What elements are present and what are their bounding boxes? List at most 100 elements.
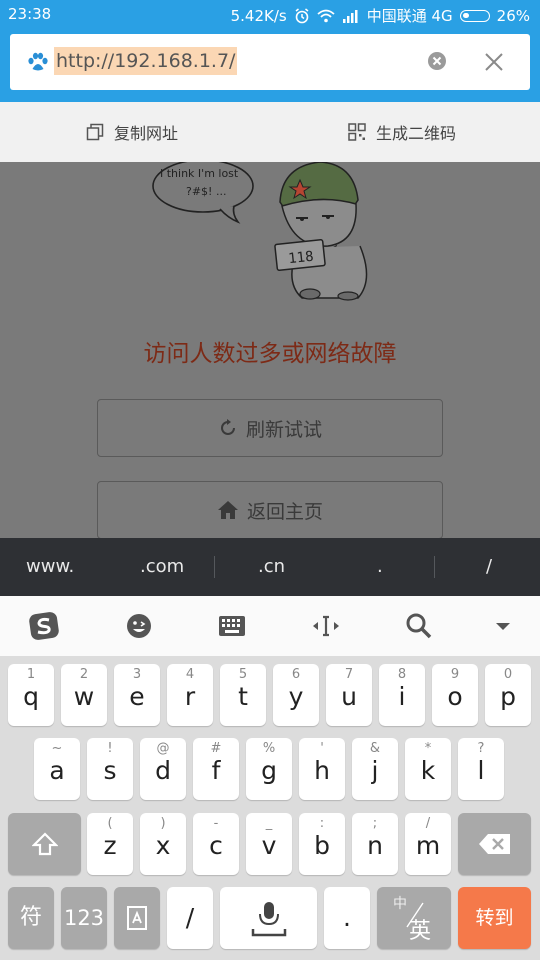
soft-keyboard: 1q2w3e4r5t6y7u8i9o0p ~ a! s @ d # f% g ' h & j * k? l … <box>0 656 540 960</box>
url-box[interactable]: http://192.168.1.7/ <box>10 34 530 90</box>
go-key[interactable]: 转到 <box>458 887 531 949</box>
home-icon <box>217 501 238 519</box>
key-letter-label: j <box>371 756 379 785</box>
generate-qr-button[interactable]: 生成二维码 <box>348 102 456 162</box>
number-key[interactable]: 123 <box>61 887 107 949</box>
key-f[interactable]: # f <box>193 738 239 800</box>
key-secondary-label: ~ <box>51 741 63 756</box>
key-w[interactable]: 2w <box>61 664 107 726</box>
url-header: http://192.168.1.7/ <box>0 28 540 102</box>
copy-url-label: 复制网址 <box>114 124 179 143</box>
key-j[interactable]: & j <box>352 738 398 800</box>
key-letter-label: k <box>420 756 436 785</box>
shift-icon <box>30 832 59 856</box>
key-m[interactable]: / m <box>405 813 451 875</box>
keyboard-toolbar <box>0 596 540 656</box>
key-t[interactable]: 5t <box>220 664 266 726</box>
go-key-label: 转到 <box>475 907 514 929</box>
key-u[interactable]: 7u <box>326 664 372 726</box>
key-secondary-label: 8 <box>397 667 407 682</box>
emoji-icon[interactable] <box>123 610 155 642</box>
key-letter-label: r <box>184 682 196 711</box>
key-r[interactable]: 4r <box>167 664 213 726</box>
suggest-slash[interactable]: / <box>486 538 492 596</box>
key-letter-label: e <box>129 682 145 711</box>
key-d[interactable]: @ d <box>140 738 186 800</box>
key-secondary-label: _ <box>265 816 273 831</box>
key-letter-label: l <box>477 756 485 785</box>
key-o[interactable]: 9o <box>432 664 478 726</box>
key-x[interactable]: ) x <box>140 813 186 875</box>
space-voice-key[interactable] <box>220 887 317 949</box>
key-letter-label: t <box>238 682 248 711</box>
key-letter-label: d <box>155 756 171 785</box>
key-letter-label: x <box>155 831 171 860</box>
key-c[interactable]: -c <box>193 813 239 875</box>
keyboard-icon[interactable] <box>216 610 248 642</box>
language-switch-key[interactable]: 中 英 <box>377 887 451 949</box>
refresh-button[interactable]: 刷新试试 <box>97 399 443 457</box>
key-a[interactable]: ~ a <box>34 738 80 800</box>
mascot-sign-number: 118 <box>288 249 315 268</box>
key-p[interactable]: 0p <box>485 664 531 726</box>
mascot-illustration: 118 <box>274 162 368 301</box>
key-g[interactable]: % g <box>246 738 292 800</box>
key-b[interactable]: :b <box>299 813 345 875</box>
suggest-www[interactable]: www. <box>26 538 74 596</box>
backspace-key[interactable] <box>458 813 531 875</box>
key-letter-label: c <box>209 831 223 860</box>
key-i[interactable]: 8i <box>379 664 425 726</box>
generate-qr-label: 生成二维码 <box>376 124 457 143</box>
copy-url-button[interactable]: 复制网址 <box>86 102 178 162</box>
key-secondary-label: * <box>424 741 432 756</box>
key-secondary-label: ? <box>477 741 485 756</box>
key-letter-label: u <box>341 682 357 711</box>
battery-percent: 26% <box>496 6 530 25</box>
search-icon[interactable] <box>403 610 435 642</box>
key-e[interactable]: 3e <box>114 664 160 726</box>
key-secondary-label: / <box>425 816 431 831</box>
divider <box>214 556 215 578</box>
clear-icon[interactable] <box>426 50 448 72</box>
sogou-logo-icon[interactable] <box>28 610 60 642</box>
key-q[interactable]: 1q <box>8 664 54 726</box>
key-letter-label: z <box>103 831 117 860</box>
close-icon[interactable] <box>482 50 506 74</box>
bubble-text-line1: I think I'm lost <box>160 167 239 180</box>
shift-key[interactable] <box>8 813 81 875</box>
qr-icon <box>348 123 366 141</box>
symbol-key[interactable]: 符 <box>8 887 54 949</box>
key-n[interactable]: ; n <box>352 813 398 875</box>
slash-key-label: / <box>185 903 195 932</box>
slash-key[interactable]: / <box>167 887 213 949</box>
cursor-icon[interactable] <box>310 610 342 642</box>
key-v[interactable]: _ v <box>246 813 292 875</box>
suggest-dot[interactable]: . <box>377 538 383 596</box>
suggest-com[interactable]: .com <box>140 538 184 596</box>
key-k[interactable]: * k <box>405 738 451 800</box>
microphone-icon <box>251 902 286 937</box>
key-z[interactable]: (z <box>87 813 133 875</box>
key-secondary-label: - <box>213 816 219 831</box>
key-s[interactable]: ! s <box>87 738 133 800</box>
url-input[interactable]: http://192.168.1.7/ <box>54 47 238 75</box>
key-secondary-label: ) <box>160 816 166 831</box>
key-letter-label: i <box>398 682 406 711</box>
key-letter-label: n <box>367 831 383 860</box>
collapse-icon[interactable] <box>487 610 519 642</box>
key-letter-label: h <box>314 756 330 785</box>
home-label: 返回主页 <box>246 500 323 523</box>
key-secondary-label: 4 <box>185 667 195 682</box>
key-letter-label: b <box>314 831 330 860</box>
key-l[interactable]: ? l <box>458 738 504 800</box>
dot-key[interactable]: . <box>324 887 370 949</box>
key-y[interactable]: 6y <box>273 664 319 726</box>
key-secondary-label: @ <box>156 741 170 756</box>
error-title: 访问人数过多或网络故障 <box>143 341 397 367</box>
home-button[interactable]: 返回主页 <box>97 481 443 538</box>
clipboard-key[interactable] <box>114 887 160 949</box>
key-h[interactable]: ' h <box>299 738 345 800</box>
battery-icon <box>459 9 490 22</box>
key-letter-label: a <box>49 756 65 785</box>
suggest-cn[interactable]: .cn <box>258 538 285 596</box>
